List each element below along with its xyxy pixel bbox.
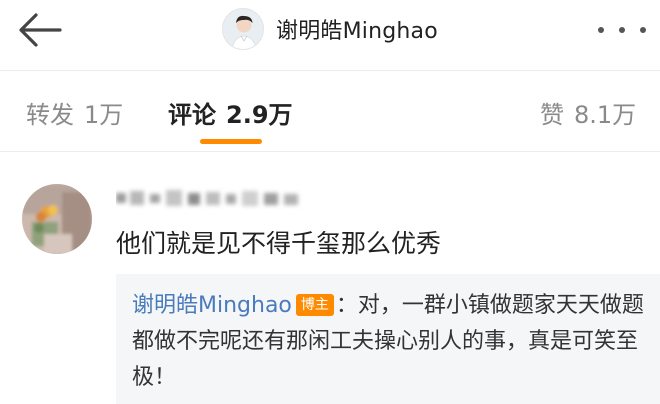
tabs-divider [0, 151, 660, 152]
back-button[interactable] [16, 10, 68, 50]
commenter-avatar-image [22, 184, 92, 254]
tab-like-count: 8.1万 [574, 101, 637, 129]
top-bar: 谢明皓Minghao [0, 0, 660, 70]
tab-repost[interactable]: 转发 1万 [26, 95, 123, 130]
tab-bar: 转发 1万 评论 2.9万 赞 8.1万 [0, 71, 660, 151]
tab-comment[interactable]: 评论 2.9万 [168, 95, 293, 130]
author-reply-box[interactable]: 谢明皓Minghao 博主 ：对，一群小镇做题家天天做题都做不完呢还有那闲工夫操心别… [116, 274, 660, 404]
tab-like[interactable]: 赞 8.1万 [540, 95, 636, 130]
tab-comment-count: 2.9万 [226, 101, 293, 129]
tab-comment-label: 评论 [168, 101, 216, 129]
tab-repost-label: 转发 [26, 101, 74, 129]
more-dot-icon [619, 27, 625, 33]
blogger-badge: 博主 [295, 294, 334, 316]
commenter-avatar[interactable] [22, 184, 92, 254]
tab-repost-count: 1万 [84, 101, 124, 129]
reply-separator: ： [335, 293, 358, 318]
comment-text: 他们就是见不得千玺那么优秀 [116, 229, 442, 258]
active-tab-indicator [200, 139, 262, 144]
commenter-name-blurred[interactable] [116, 184, 306, 214]
author-reply-content: 谢明皓Minghao 博主 ：对，一群小镇做题家天天做题都做不完呢还有那闲工夫操心别… [132, 288, 652, 396]
back-arrow-icon [19, 13, 62, 47]
post-author[interactable]: 谢明皓Minghao [222, 8, 438, 50]
post-author-name[interactable]: 谢明皓Minghao [276, 13, 438, 45]
blurred-name-image [116, 190, 298, 206]
author-avatar-image [223, 9, 263, 49]
more-dot-icon [640, 27, 646, 33]
more-button[interactable] [598, 16, 646, 44]
author-avatar[interactable] [222, 8, 264, 50]
reply-author-name[interactable]: 谢明皓Minghao [132, 293, 292, 318]
more-dot-icon [598, 27, 604, 33]
tab-like-label: 赞 [540, 101, 564, 129]
